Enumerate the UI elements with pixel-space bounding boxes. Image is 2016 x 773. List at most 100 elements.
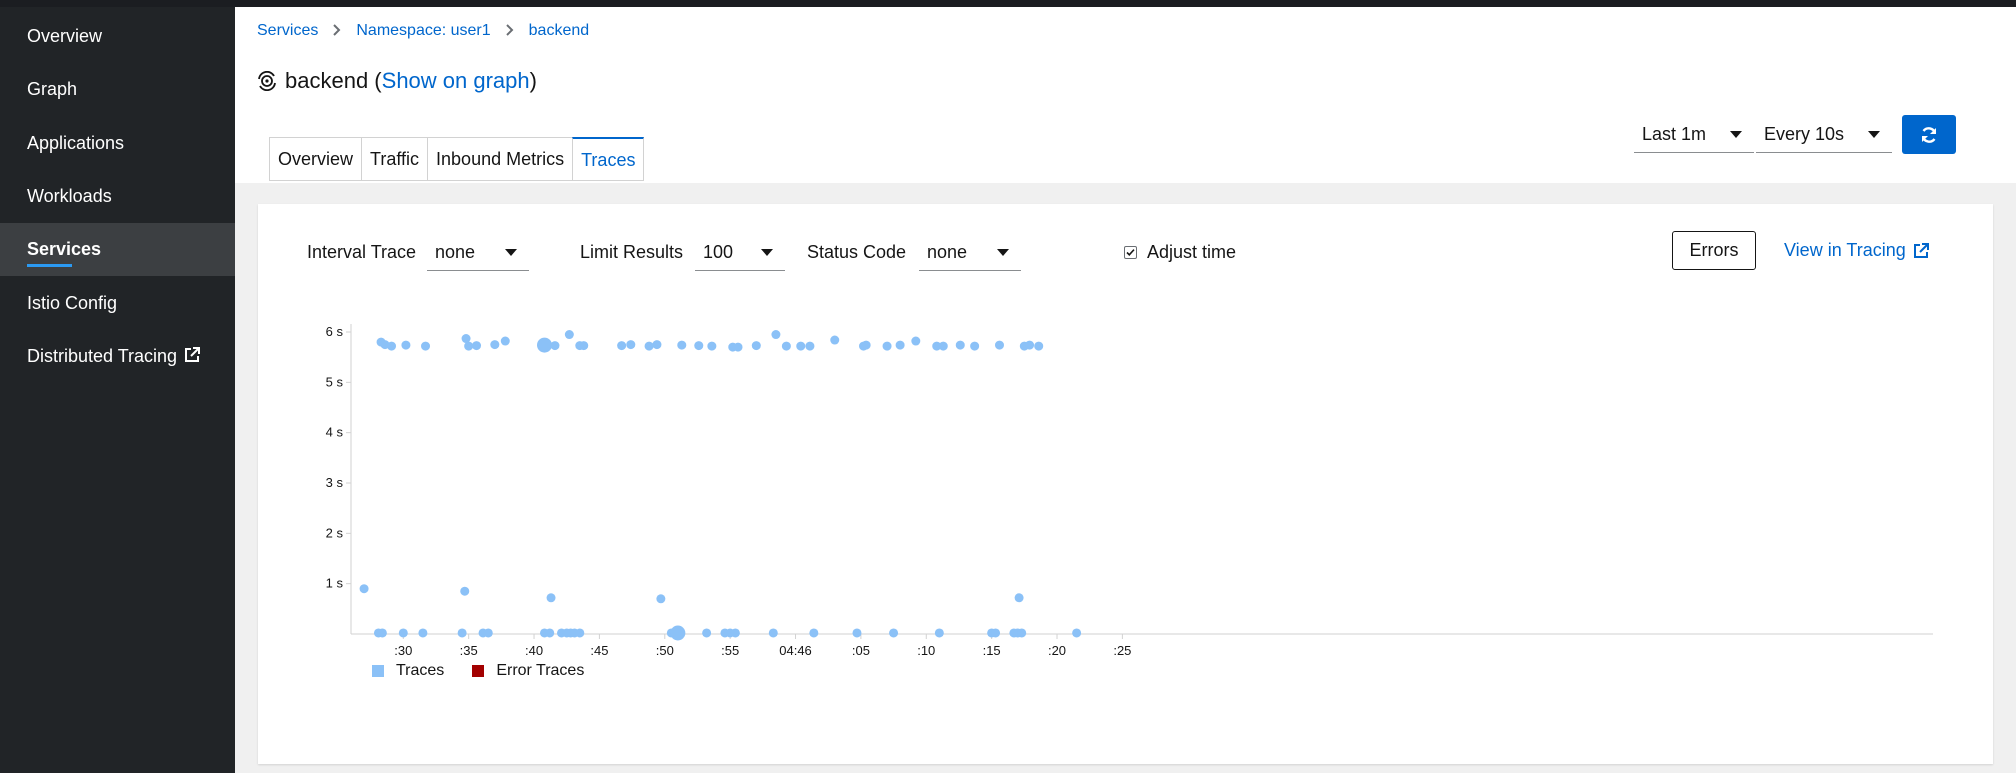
trace-point <box>781 341 791 351</box>
trace-point <box>1014 593 1024 603</box>
trace-point <box>991 628 1001 638</box>
title-paren-open: ( <box>368 68 382 93</box>
trace-point <box>768 628 778 638</box>
trace-point <box>911 336 921 346</box>
adjust-time-checkbox[interactable] <box>1124 245 1137 259</box>
trace-point <box>579 341 589 351</box>
view-in-tracing-link[interactable]: View in Tracing <box>1784 231 1930 270</box>
limit-results-value: 100 <box>703 242 734 262</box>
external-link-icon <box>1912 242 1930 260</box>
trace-point <box>707 341 717 351</box>
trace-point <box>955 340 965 350</box>
trace-point <box>564 330 574 340</box>
trace-point <box>500 336 510 346</box>
trace-point <box>771 330 781 340</box>
trace-point <box>1017 628 1027 638</box>
refresh-interval-select[interactable]: Every 10s <box>1756 115 1892 153</box>
x-tick-label: :40 <box>525 643 543 655</box>
trace-point <box>421 341 431 351</box>
service-tabs: Overview Traffic Inbound Metrics Traces <box>269 137 645 181</box>
x-tick-label: :15 <box>983 643 1001 655</box>
trace-point <box>895 340 905 350</box>
trace-point <box>550 341 560 351</box>
trace-point <box>796 341 806 351</box>
caret-down-icon <box>761 249 773 256</box>
trace-point <box>938 341 948 351</box>
breadcrumb-namespace[interactable]: Namespace: user1 <box>356 22 490 40</box>
trace-point <box>882 341 892 351</box>
trace-point <box>934 628 944 638</box>
x-tick-label: :20 <box>1048 643 1066 655</box>
sidebar-item-label: Applications <box>27 133 125 153</box>
trace-point <box>418 628 428 638</box>
sidebar-item-istio-config[interactable]: Istio Config <box>0 277 235 330</box>
trace-point <box>398 628 408 638</box>
x-tick-label: :10 <box>917 643 935 655</box>
refresh-icon <box>1919 125 1939 145</box>
status-code-select[interactable]: none <box>919 233 1021 271</box>
x-tick-label: 04:46 <box>779 643 812 655</box>
tab-inbound-metrics[interactable]: Inbound Metrics <box>427 137 573 181</box>
trace-point <box>460 586 470 596</box>
trace-point <box>730 628 740 638</box>
sidebar-item-overview[interactable]: Overview <box>0 10 235 63</box>
refresh-button[interactable] <box>1902 115 1956 154</box>
y-tick-label: 6 s <box>326 324 344 339</box>
refresh-interval-value: Every 10s <box>1764 124 1845 144</box>
chart-legend: Traces Error Traces <box>372 662 584 680</box>
legend-label-traces: Traces <box>396 662 445 679</box>
page-title: backend ( Show on graph ) <box>257 68 537 94</box>
trace-point <box>1034 341 1044 351</box>
trace-point <box>545 628 555 638</box>
show-on-graph-link[interactable]: Show on graph <box>382 68 530 94</box>
y-tick-label: 4 s <box>326 425 344 440</box>
x-tick-label: :25 <box>1113 643 1131 655</box>
limit-results-label: Limit Results <box>580 242 684 262</box>
service-name: backend <box>285 68 369 93</box>
trace-point <box>694 341 704 351</box>
trace-point <box>809 628 819 638</box>
trace-point <box>670 625 686 641</box>
trace-point <box>970 341 980 351</box>
sidebar-item-label: Workloads <box>27 186 112 206</box>
title-paren-close: ) <box>529 68 537 93</box>
limit-results-select[interactable]: 100 <box>695 233 785 271</box>
tab-traces[interactable]: Traces <box>572 137 645 181</box>
sidebar-item-graph[interactable]: Graph <box>0 63 235 116</box>
trace-point <box>377 628 387 638</box>
trace-point <box>830 335 840 345</box>
sidebar-item-distributed-tracing[interactable]: Distributed Tracing <box>0 330 235 383</box>
trace-point <box>644 341 654 351</box>
tab-traffic[interactable]: Traffic <box>361 137 428 181</box>
errors-button[interactable]: Errors <box>1672 231 1756 270</box>
trace-point <box>733 342 743 352</box>
adjust-time-control: Adjust time <box>1124 233 1236 271</box>
tab-overview[interactable]: Overview <box>269 137 362 181</box>
sidebar-item-applications[interactable]: Applications <box>0 117 235 170</box>
legend-swatch-error-traces <box>472 665 485 677</box>
sidebar-item-services[interactable]: Services <box>0 223 235 276</box>
trace-point <box>483 628 493 638</box>
duration-select[interactable]: Last 1m <box>1634 115 1754 153</box>
trace-point <box>702 628 712 638</box>
trace-point <box>751 341 761 351</box>
trace-point <box>387 341 397 351</box>
sidebar-item-workloads[interactable]: Workloads <box>0 170 235 223</box>
status-code-value: none <box>927 242 968 262</box>
breadcrumb-services[interactable]: Services <box>257 22 318 40</box>
trace-point <box>805 341 815 351</box>
chevron-right-icon <box>505 23 514 39</box>
breadcrumb-service[interactable]: backend <box>529 22 590 40</box>
sidebar: Overview Graph Applications Workloads Se… <box>0 7 235 773</box>
trace-point <box>889 628 899 638</box>
trace-point <box>1072 628 1082 638</box>
x-tick-label: :05 <box>852 643 870 655</box>
trace-point <box>652 340 662 350</box>
interval-trace-label: Interval Trace <box>307 242 417 262</box>
interval-trace-select[interactable]: none <box>427 233 529 271</box>
status-code-label: Status Code <box>807 242 907 262</box>
service-icon <box>257 71 277 91</box>
sidebar-item-label: Overview <box>27 26 103 46</box>
trace-point <box>677 340 687 350</box>
top-masthead <box>0 0 2016 7</box>
